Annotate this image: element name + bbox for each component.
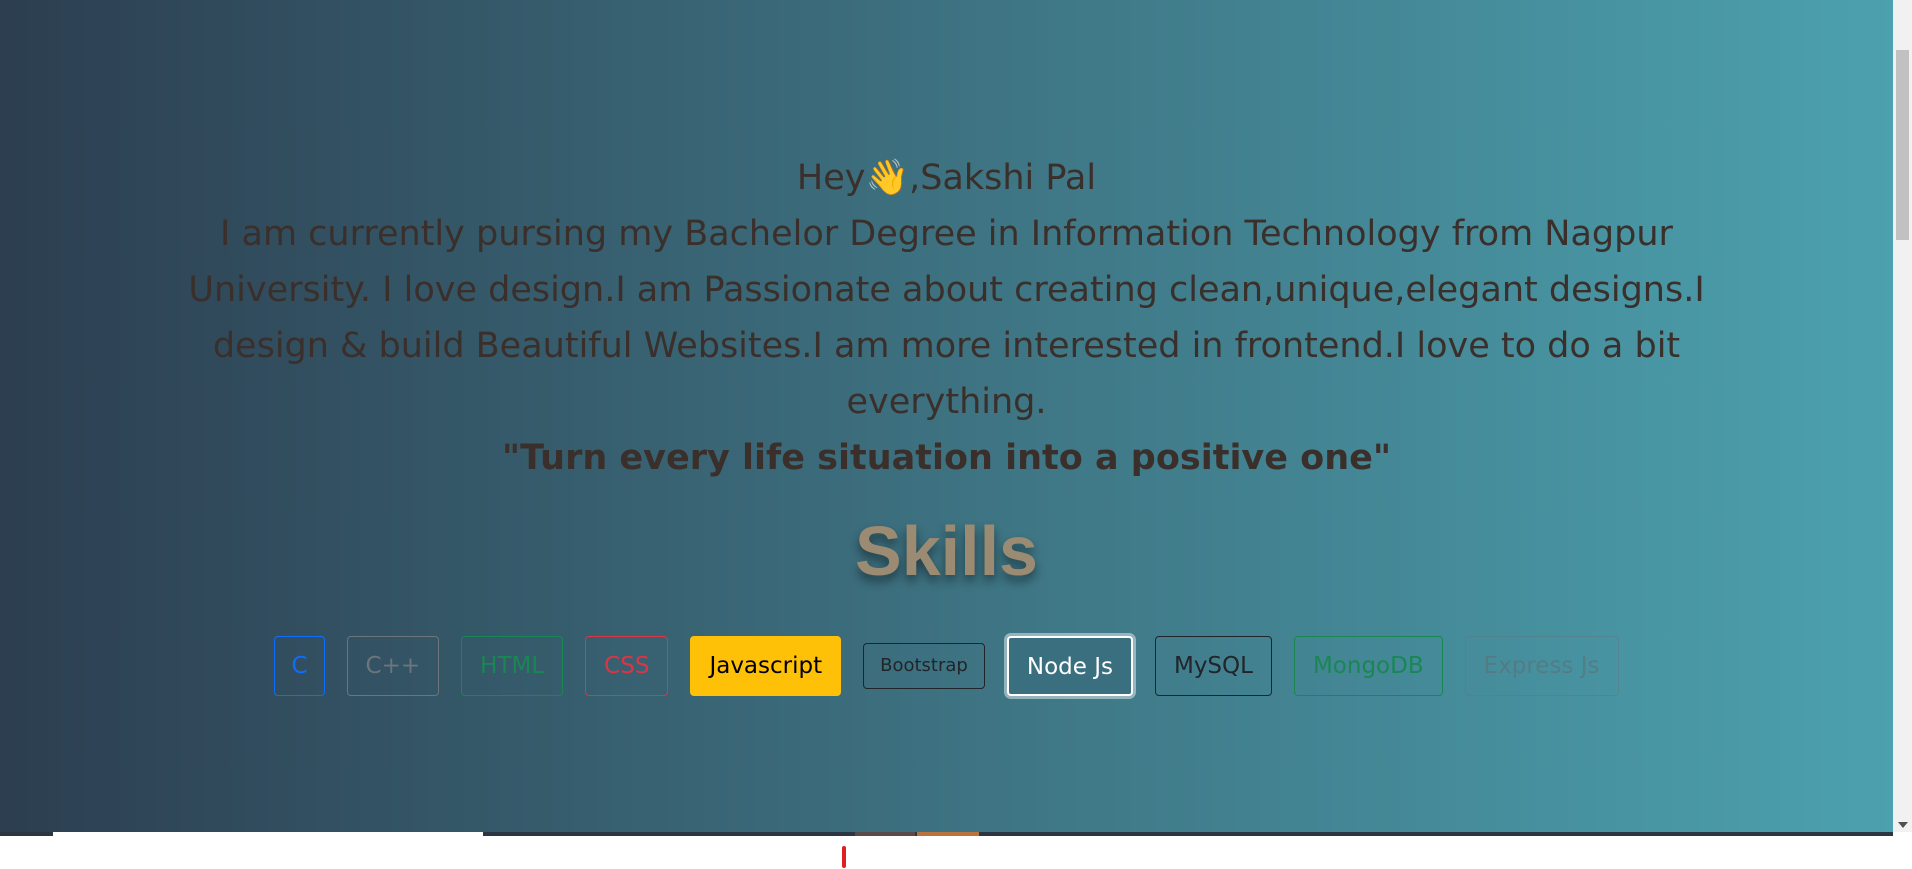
skill-button-nodejs[interactable]: Node Js xyxy=(1006,636,1133,696)
bio-text: I am currently pursing my Bachelor Degre… xyxy=(188,214,1705,422)
red-marker xyxy=(842,846,846,868)
skill-button-expressjs[interactable]: Express Js xyxy=(1464,636,1619,696)
skill-button-html[interactable]: HTML xyxy=(461,636,564,696)
vertical-scrollbar[interactable] xyxy=(1893,0,1912,832)
divider-segment-orange xyxy=(917,832,979,836)
skills-heading: Skills xyxy=(855,512,1038,590)
bottom-strip xyxy=(0,832,1912,869)
greeting-prefix: Hey xyxy=(796,158,866,198)
skill-button-cpp[interactable]: C++ xyxy=(346,636,440,696)
page-viewport: Hey👋,Sakshi Pal I am currently pursing m… xyxy=(0,0,1893,832)
skill-button-bootstrap[interactable]: Bootstrap xyxy=(863,643,985,689)
skill-button-c[interactable]: C xyxy=(274,636,325,696)
skill-button-mongodb[interactable]: MongoDB xyxy=(1293,636,1443,696)
skill-button-javascript[interactable]: Javascript xyxy=(690,636,842,696)
scroll-down-arrow-icon[interactable] xyxy=(1898,822,1908,828)
skills-button-row: C C++ HTML CSS Javascript Bootstrap Node… xyxy=(0,636,1893,696)
scrollbar-thumb[interactable] xyxy=(1896,50,1909,240)
greeting-heading: Hey👋,Sakshi Pal xyxy=(0,150,1893,206)
motto-quote: "Turn every life situation into a positi… xyxy=(501,438,1392,478)
skill-button-css[interactable]: CSS xyxy=(585,636,669,696)
divider-segment-brown xyxy=(855,832,915,836)
waving-hand-icon: 👋 xyxy=(865,158,910,198)
greeting-name: ,Sakshi Pal xyxy=(909,158,1097,198)
intro-section: Hey👋,Sakshi Pal I am currently pursing m… xyxy=(0,150,1893,486)
divider-segment-light xyxy=(53,832,483,836)
skill-button-mysql[interactable]: MySQL xyxy=(1154,636,1272,696)
